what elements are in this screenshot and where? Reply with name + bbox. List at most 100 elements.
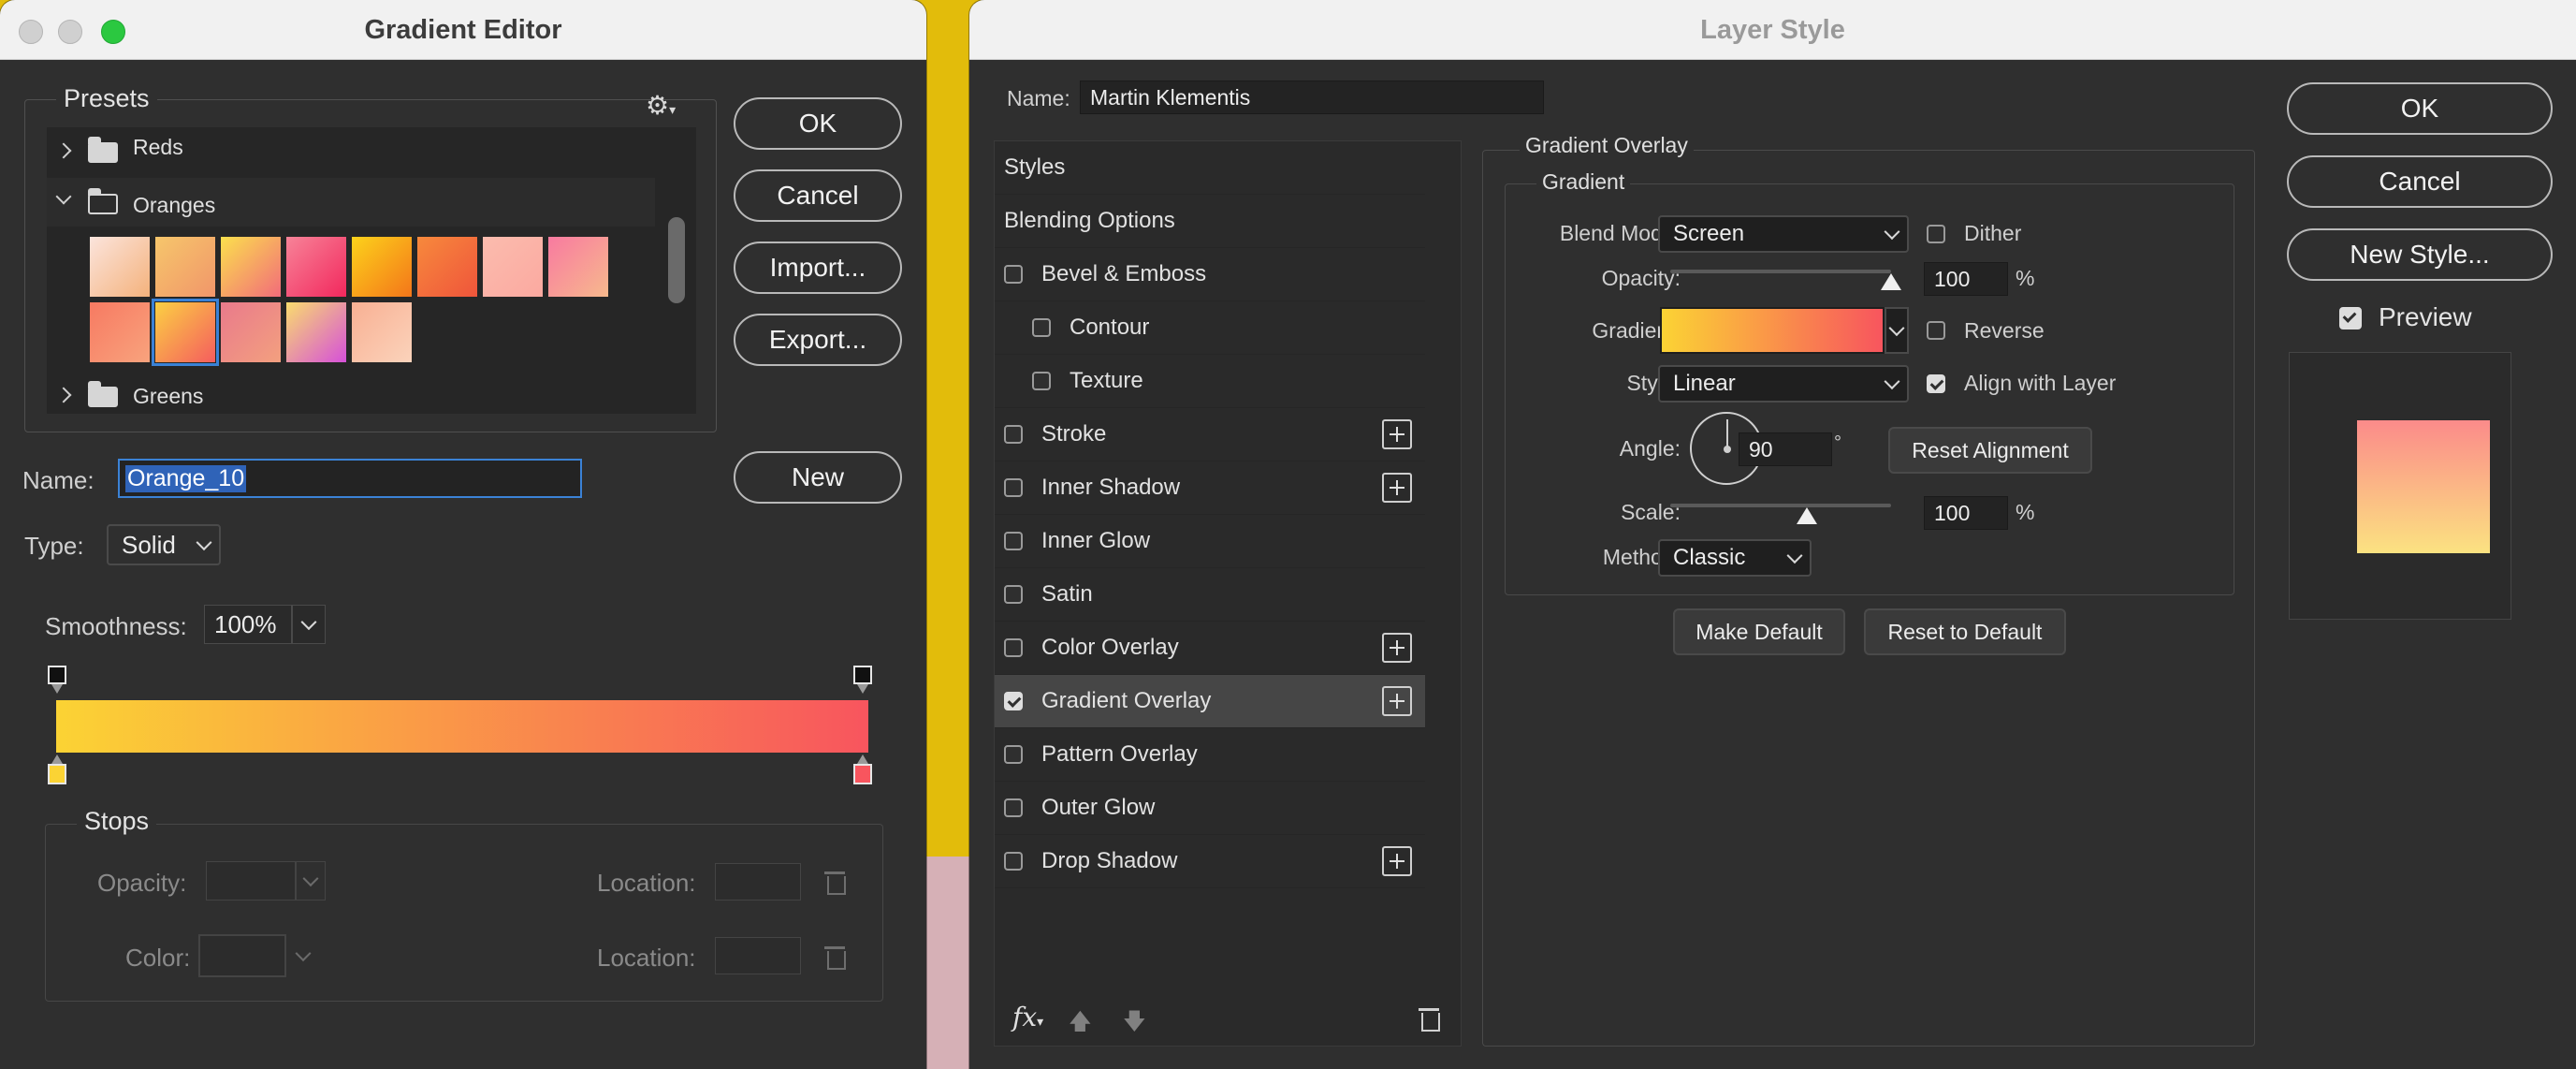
angle-input[interactable]: 90 [1739, 432, 1832, 466]
gradient-swatch[interactable] [90, 302, 150, 362]
gradient-swatch[interactable] [221, 302, 281, 362]
style-item[interactable]: Stroke [995, 408, 1425, 461]
delete-stop-icon[interactable] [824, 869, 846, 895]
delete-effect-icon[interactable] [1419, 1005, 1440, 1032]
gradient-swatch[interactable] [548, 237, 608, 297]
opacity-stop-right[interactable] [853, 666, 872, 684]
style-item[interactable]: Outer Glow [995, 782, 1425, 835]
smoothness-input[interactable]: 100% [204, 605, 292, 644]
style-checkbox[interactable] [1004, 638, 1023, 657]
reset-to-default-button[interactable]: Reset to Default [1864, 608, 2066, 655]
style-item[interactable]: Pattern Overlay [995, 728, 1425, 782]
style-item[interactable]: Gradient Overlay [995, 675, 1425, 728]
scale-slider-thumb[interactable] [1797, 507, 1818, 524]
presets-scrollbar[interactable] [668, 217, 685, 303]
gradient-swatch[interactable] [352, 237, 412, 297]
cancel-button[interactable]: Cancel [734, 169, 902, 222]
scale-slider-track[interactable] [1670, 504, 1891, 507]
folder-row-oranges[interactable]: Oranges [47, 178, 655, 227]
style-checkbox[interactable] [1004, 798, 1023, 817]
add-effect-icon[interactable] [1382, 846, 1412, 876]
add-effect-icon[interactable] [1382, 633, 1412, 663]
gradient-name-input[interactable]: Orange_10 [118, 459, 582, 498]
style-item[interactable]: Color Overlay [995, 622, 1425, 675]
gradient-preview-bar[interactable] [56, 700, 868, 753]
preview-checkbox[interactable] [2339, 307, 2362, 329]
style-item[interactable]: Texture [995, 355, 1425, 408]
ok-button[interactable]: OK [734, 97, 902, 150]
new-button[interactable]: New [734, 451, 902, 504]
style-item[interactable]: Styles [995, 141, 1425, 195]
style-item[interactable]: Satin [995, 568, 1425, 622]
style-checkbox[interactable] [1004, 585, 1023, 604]
layer-name-input[interactable]: Martin Klementis [1080, 81, 1544, 114]
style-select[interactable]: Linear [1658, 365, 1909, 403]
style-checkbox[interactable] [1004, 532, 1023, 550]
style-item[interactable]: Inner Glow [995, 515, 1425, 568]
style-checkbox[interactable] [1004, 425, 1023, 444]
move-down-icon[interactable]: 🡇 [1123, 1005, 1146, 1034]
style-checkbox[interactable] [1032, 372, 1051, 390]
stop-location-input[interactable] [715, 863, 801, 901]
style-checkbox[interactable] [1004, 692, 1023, 710]
style-checkbox[interactable] [1004, 852, 1023, 871]
blend-mode-select[interactable]: Screen [1658, 215, 1909, 253]
style-checkbox[interactable] [1004, 478, 1023, 497]
gradient-picker-dropdown[interactable] [1885, 307, 1909, 354]
style-item-label: Color Overlay [1041, 635, 1179, 660]
import-button[interactable]: Import... [734, 242, 902, 294]
gradient-swatch[interactable] [286, 237, 346, 297]
gradient-swatch[interactable] [90, 237, 150, 297]
move-up-icon[interactable]: 🡅 [1069, 1005, 1092, 1034]
color-stop-left[interactable] [48, 764, 66, 784]
add-effect-icon[interactable] [1382, 419, 1412, 449]
cancel-button[interactable]: Cancel [2287, 155, 2553, 208]
export-button[interactable]: Export... [734, 314, 902, 366]
folder-row-reds[interactable]: Reds [47, 127, 655, 176]
dither-checkbox[interactable] [1927, 225, 1945, 243]
smoothness-dropdown[interactable] [292, 605, 326, 644]
style-checkbox[interactable] [1032, 318, 1051, 337]
add-effect-icon[interactable] [1382, 473, 1412, 503]
stop-color-dropdown[interactable] [290, 944, 314, 968]
opacity-input[interactable]: 100 [1924, 262, 2008, 296]
presets-settings-button[interactable]: ⚙▾ [646, 90, 679, 120]
stop-opacity-dropdown[interactable] [296, 861, 326, 901]
type-select[interactable]: Solid [107, 524, 221, 565]
fx-icon[interactable]: fx▾ [1012, 1002, 1043, 1032]
delete-stop-icon[interactable] [824, 944, 846, 970]
opacity-slider-thumb[interactable] [1881, 273, 1901, 290]
style-checkbox[interactable] [1004, 265, 1023, 284]
folder-row-greens[interactable]: Greens [47, 373, 655, 414]
style-checkbox[interactable] [1004, 745, 1023, 764]
gradient-swatch[interactable] [152, 299, 219, 366]
gradient-swatch[interactable] [155, 237, 215, 297]
style-item[interactable]: Contour [995, 301, 1425, 355]
add-effect-icon[interactable] [1382, 686, 1412, 716]
gradient-swatch[interactable] [286, 302, 346, 362]
stop-color-swatch[interactable] [198, 934, 286, 977]
style-item[interactable]: Drop Shadow [995, 835, 1425, 888]
gradient-swatch[interactable] [417, 237, 477, 297]
style-item[interactable]: Bevel & Emboss [995, 248, 1425, 301]
reverse-checkbox[interactable] [1927, 321, 1945, 340]
reset-alignment-button[interactable]: Reset Alignment [1888, 427, 2092, 474]
gradient-swatch[interactable] [483, 237, 543, 297]
opacity-stop-left[interactable] [48, 666, 66, 684]
stop-opacity-label: Opacity: [97, 869, 187, 897]
style-item[interactable]: Blending Options [995, 195, 1425, 248]
align-with-layer-checkbox[interactable] [1927, 374, 1945, 393]
scale-input[interactable]: 100 [1924, 496, 2008, 530]
color-stop-right[interactable] [853, 764, 872, 784]
new-style-button[interactable]: New Style... [2287, 228, 2553, 281]
method-select[interactable]: Classic [1658, 539, 1812, 577]
gradient-swatch[interactable] [221, 237, 281, 297]
style-item[interactable]: Inner Shadow [995, 461, 1425, 515]
ok-button[interactable]: OK [2287, 82, 2553, 135]
gradient-swatch[interactable] [352, 302, 412, 362]
opacity-slider-track[interactable] [1670, 270, 1891, 273]
stop-opacity-input[interactable] [206, 861, 296, 901]
stop-location-input[interactable] [715, 937, 801, 974]
gradient-picker[interactable] [1660, 307, 1885, 354]
make-default-button[interactable]: Make Default [1673, 608, 1845, 655]
